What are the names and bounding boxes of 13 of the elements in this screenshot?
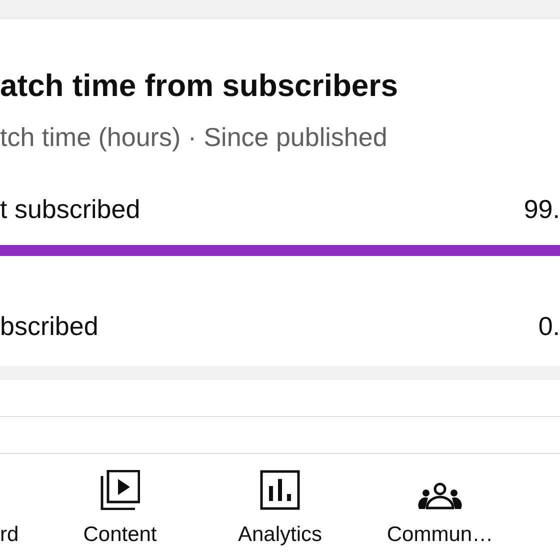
video-library-icon — [100, 470, 140, 510]
nav-tab[interactable]: Analytics — [200, 454, 360, 560]
card-subtitle: tch time (hours) · Since published — [0, 121, 388, 153]
nav-tab[interactable]: Commun… — [360, 454, 520, 560]
row-value: 0. — [538, 310, 560, 342]
card-title: atch time from subscribers — [0, 67, 399, 105]
people-icon — [418, 482, 462, 510]
row-value: 99. — [524, 193, 560, 225]
row-label: t subscribed — [0, 193, 140, 225]
row-label: bscribed — [0, 310, 98, 342]
bar-chart-icon — [260, 470, 300, 510]
nav-tab[interactable]: rd — [0, 454, 40, 560]
nav-tab[interactable]: Content — [40, 454, 200, 560]
